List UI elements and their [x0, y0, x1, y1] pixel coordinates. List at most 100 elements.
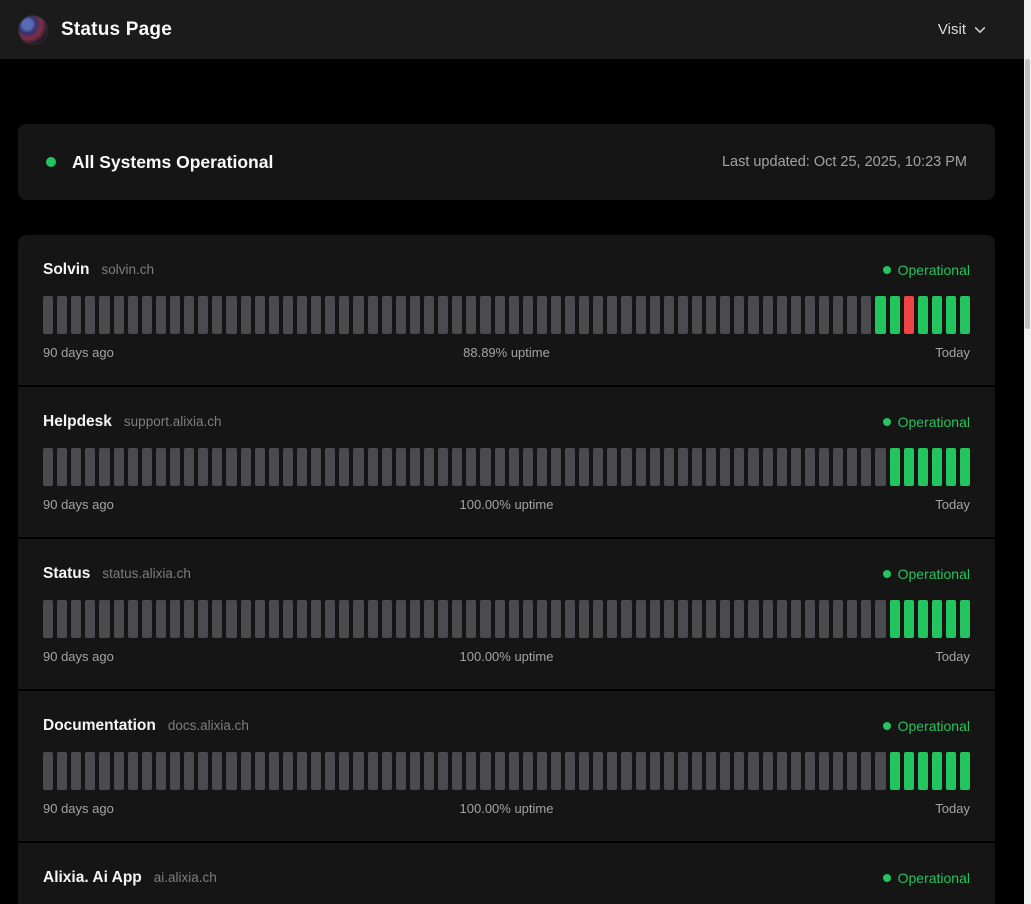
uptime-bar-gray[interactable]	[382, 600, 392, 638]
uptime-bar-gray[interactable]	[593, 752, 603, 790]
uptime-bar-green[interactable]	[875, 296, 885, 334]
uptime-bar-green[interactable]	[946, 448, 956, 486]
uptime-bar-gray[interactable]	[142, 448, 152, 486]
uptime-bar-gray[interactable]	[833, 600, 843, 638]
uptime-bar-gray[interactable]	[664, 296, 674, 334]
uptime-bar-gray[interactable]	[833, 752, 843, 790]
uptime-bar-gray[interactable]	[142, 600, 152, 638]
uptime-bar-gray[interactable]	[805, 752, 815, 790]
uptime-bar-gray[interactable]	[791, 600, 801, 638]
scrollbar[interactable]	[1024, 0, 1031, 904]
uptime-bar-gray[interactable]	[621, 448, 631, 486]
uptime-bar-gray[interactable]	[833, 296, 843, 334]
uptime-bar-gray[interactable]	[495, 448, 505, 486]
uptime-bar-gray[interactable]	[410, 296, 420, 334]
uptime-bar-gray[interactable]	[57, 448, 67, 486]
uptime-bar-gray[interactable]	[184, 752, 194, 790]
uptime-bar-gray[interactable]	[353, 600, 363, 638]
uptime-bar-gray[interactable]	[734, 448, 744, 486]
uptime-bar-gray[interactable]	[763, 296, 773, 334]
uptime-bar-gray[interactable]	[466, 752, 476, 790]
uptime-bar-gray[interactable]	[565, 296, 575, 334]
uptime-bar-gray[interactable]	[748, 296, 758, 334]
uptime-bar-gray[interactable]	[720, 448, 730, 486]
uptime-bar-green[interactable]	[960, 752, 970, 790]
uptime-bar-gray[interactable]	[551, 448, 561, 486]
uptime-bar-gray[interactable]	[438, 296, 448, 334]
uptime-bar-gray[interactable]	[706, 600, 716, 638]
uptime-bar-gray[interactable]	[424, 448, 434, 486]
uptime-bar-gray[interactable]	[43, 752, 53, 790]
uptime-bar-gray[interactable]	[650, 448, 660, 486]
uptime-bar-gray[interactable]	[255, 752, 265, 790]
uptime-bar-gray[interactable]	[325, 752, 335, 790]
logo-icon[interactable]	[18, 15, 48, 45]
uptime-bar-gray[interactable]	[142, 296, 152, 334]
uptime-bar-gray[interactable]	[819, 600, 829, 638]
uptime-bar-green[interactable]	[960, 296, 970, 334]
uptime-bar-gray[interactable]	[128, 752, 138, 790]
uptime-bar-gray[interactable]	[170, 296, 180, 334]
uptime-bar-green[interactable]	[932, 752, 942, 790]
uptime-bar-gray[interactable]	[156, 752, 166, 790]
uptime-bar-gray[interactable]	[678, 752, 688, 790]
uptime-bar-gray[interactable]	[593, 448, 603, 486]
uptime-bar-gray[interactable]	[706, 296, 716, 334]
uptime-bar-gray[interactable]	[565, 448, 575, 486]
uptime-bar-gray[interactable]	[833, 448, 843, 486]
uptime-bar-gray[interactable]	[396, 600, 406, 638]
uptime-bar-gray[interactable]	[368, 296, 378, 334]
uptime-bar-gray[interactable]	[114, 448, 124, 486]
uptime-bar-gray[interactable]	[212, 296, 222, 334]
uptime-bar-gray[interactable]	[99, 296, 109, 334]
uptime-bar-gray[interactable]	[791, 296, 801, 334]
uptime-bar-gray[interactable]	[241, 448, 251, 486]
uptime-bar-red[interactable]	[904, 296, 914, 334]
uptime-bar-gray[interactable]	[128, 448, 138, 486]
uptime-bar-gray[interactable]	[43, 600, 53, 638]
uptime-bar-gray[interactable]	[142, 752, 152, 790]
uptime-bar-gray[interactable]	[339, 600, 349, 638]
uptime-bar-gray[interactable]	[861, 600, 871, 638]
uptime-bar-gray[interactable]	[241, 752, 251, 790]
uptime-bar-gray[interactable]	[664, 600, 674, 638]
uptime-bar-gray[interactable]	[396, 448, 406, 486]
uptime-bar-gray[interactable]	[692, 448, 702, 486]
uptime-bar-gray[interactable]	[636, 448, 646, 486]
uptime-bar-gray[interactable]	[438, 600, 448, 638]
uptime-bar-gray[interactable]	[71, 600, 81, 638]
uptime-bar-gray[interactable]	[509, 752, 519, 790]
uptime-bar-gray[interactable]	[368, 600, 378, 638]
uptime-bar-gray[interactable]	[466, 600, 476, 638]
uptime-bar-green[interactable]	[918, 752, 928, 790]
uptime-bar-gray[interactable]	[537, 296, 547, 334]
uptime-bar-gray[interactable]	[509, 600, 519, 638]
uptime-bar-gray[interactable]	[184, 296, 194, 334]
uptime-bar-gray[interactable]	[99, 600, 109, 638]
uptime-bar-gray[interactable]	[480, 752, 490, 790]
uptime-bar-gray[interactable]	[212, 752, 222, 790]
uptime-bar-gray[interactable]	[297, 448, 307, 486]
uptime-bar-gray[interactable]	[861, 296, 871, 334]
uptime-bar-gray[interactable]	[438, 752, 448, 790]
uptime-bar-gray[interactable]	[241, 296, 251, 334]
uptime-bar-gray[interactable]	[805, 448, 815, 486]
uptime-bar-gray[interactable]	[466, 448, 476, 486]
uptime-bar-gray[interactable]	[607, 752, 617, 790]
uptime-bar-green[interactable]	[904, 752, 914, 790]
uptime-bar-gray[interactable]	[297, 752, 307, 790]
uptime-bar-gray[interactable]	[466, 296, 476, 334]
uptime-bar-green[interactable]	[904, 600, 914, 638]
uptime-bar-gray[interactable]	[226, 296, 236, 334]
uptime-bar-gray[interactable]	[311, 448, 321, 486]
uptime-bar-gray[interactable]	[734, 600, 744, 638]
uptime-bar-gray[interactable]	[297, 296, 307, 334]
uptime-bar-green[interactable]	[960, 600, 970, 638]
uptime-bar-gray[interactable]	[763, 600, 773, 638]
uptime-bar-green[interactable]	[890, 752, 900, 790]
uptime-bar-gray[interactable]	[593, 296, 603, 334]
uptime-bar-gray[interactable]	[819, 448, 829, 486]
uptime-bar-gray[interactable]	[85, 600, 95, 638]
uptime-bar-gray[interactable]	[847, 448, 857, 486]
uptime-bar-gray[interactable]	[664, 752, 674, 790]
